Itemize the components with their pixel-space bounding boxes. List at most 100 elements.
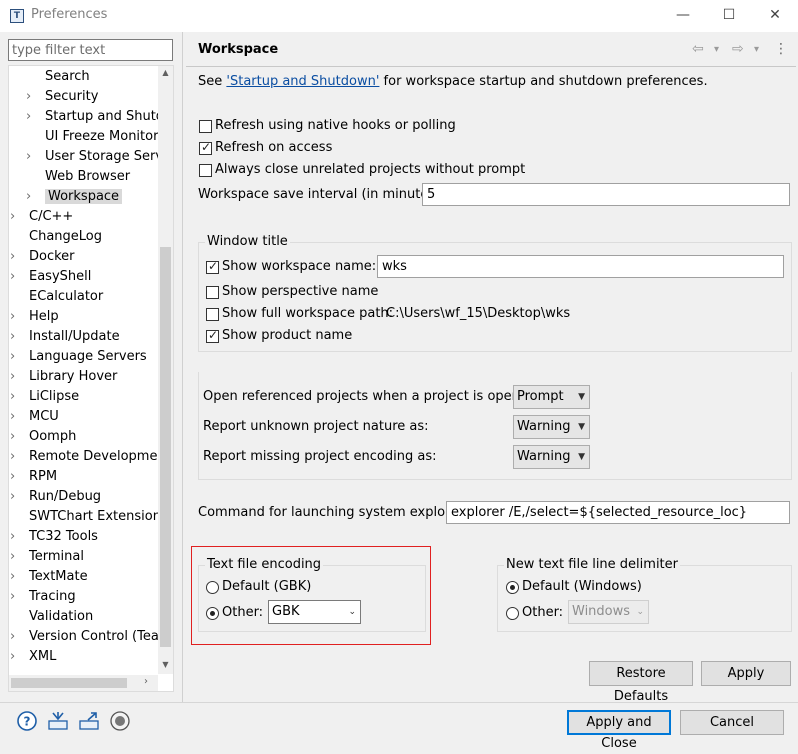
tree-item[interactable]: › EasyShell bbox=[10, 267, 91, 287]
apply-and-close-button[interactable]: Apply and Close bbox=[567, 710, 671, 751]
hscroll-thumb[interactable] bbox=[11, 678, 127, 688]
tree-item[interactable]: Web Browser bbox=[35, 167, 130, 187]
tree-item[interactable]: › Terminal bbox=[10, 547, 84, 567]
tree-item[interactable]: UI Freeze Monitorin bbox=[35, 127, 170, 147]
tree-item[interactable]: › Docker bbox=[10, 247, 75, 267]
filter-input[interactable] bbox=[8, 39, 173, 61]
tree-item[interactable]: › Remote Development bbox=[10, 447, 171, 467]
pane-divider[interactable] bbox=[182, 32, 183, 702]
tree-item[interactable]: › Startup and Shutdo bbox=[26, 107, 172, 127]
show-full-path-checkbox[interactable] bbox=[206, 308, 219, 321]
tree-item[interactable]: › TextMate bbox=[10, 567, 88, 587]
tree-item[interactable]: › RPM bbox=[10, 467, 57, 487]
expand-arrow-icon[interactable]: › bbox=[10, 347, 18, 367]
delimiter-default-label[interactable]: Default (Windows) bbox=[522, 579, 642, 594]
tree-vertical-scrollbar[interactable]: ▲ ▼ bbox=[158, 66, 173, 674]
help-icon[interactable]: ? bbox=[16, 710, 38, 732]
expand-arrow-icon[interactable]: › bbox=[10, 647, 18, 667]
view-menu-icon[interactable]: ⋮ bbox=[774, 41, 788, 57]
expand-arrow-icon[interactable]: › bbox=[10, 527, 18, 547]
tree-item[interactable]: › LiClipse bbox=[10, 387, 79, 407]
tree-item[interactable]: › Tracing bbox=[10, 587, 76, 607]
forward-arrow-icon[interactable]: ⇨ bbox=[732, 41, 744, 57]
tree-item[interactable]: › User Storage Servic bbox=[26, 147, 173, 167]
unknown-nature-select[interactable]: Warning ▼ bbox=[513, 415, 590, 439]
show-product-name-label[interactable]: Show product name bbox=[222, 328, 352, 343]
expand-arrow-icon[interactable]: › bbox=[26, 187, 34, 207]
restore-defaults-button[interactable]: Restore Defaults bbox=[589, 661, 693, 704]
expand-arrow-icon[interactable]: › bbox=[26, 107, 34, 127]
delimiter-default-radio[interactable] bbox=[506, 581, 519, 594]
record-icon[interactable] bbox=[109, 710, 131, 732]
expand-arrow-icon[interactable]: › bbox=[10, 407, 18, 427]
tree-item[interactable]: › Version Control (Team) bbox=[10, 627, 173, 647]
expand-arrow-icon[interactable]: › bbox=[10, 427, 18, 447]
close-unrelated-label[interactable]: Always close unrelated projects without … bbox=[215, 162, 525, 177]
startup-shutdown-link[interactable]: 'Startup and Shutdown' bbox=[226, 74, 379, 89]
tree-item[interactable]: Validation bbox=[19, 607, 93, 627]
tree-item[interactable]: › Library Hover bbox=[10, 367, 117, 387]
export-icon[interactable] bbox=[78, 710, 100, 732]
expand-arrow-icon[interactable]: › bbox=[26, 147, 34, 167]
delimiter-other-label[interactable]: Other: bbox=[522, 605, 563, 620]
expand-arrow-icon[interactable]: › bbox=[10, 627, 18, 647]
tree-item[interactable]: ChangeLog bbox=[19, 227, 102, 247]
expand-arrow-icon[interactable]: › bbox=[10, 207, 18, 227]
expand-arrow-icon[interactable]: › bbox=[10, 307, 18, 327]
refresh-access-label[interactable]: Refresh on access bbox=[215, 140, 332, 155]
tree-item[interactable]: › Security bbox=[26, 87, 98, 107]
workspace-name-input[interactable]: wks bbox=[377, 255, 784, 278]
tree-item[interactable]: › Help bbox=[10, 307, 59, 327]
apply-button[interactable]: Apply bbox=[701, 661, 791, 686]
show-product-name-checkbox[interactable] bbox=[206, 328, 219, 343]
tree-item[interactable]: › MCU bbox=[10, 407, 59, 427]
tree-horizontal-scrollbar[interactable]: › bbox=[9, 675, 158, 691]
expand-arrow-icon[interactable]: › bbox=[10, 587, 18, 607]
expand-arrow-icon[interactable]: › bbox=[10, 467, 18, 487]
refresh-access-checkbox[interactable] bbox=[199, 140, 212, 155]
show-workspace-name-checkbox[interactable] bbox=[206, 259, 219, 274]
tree-item[interactable]: › C/C++ bbox=[10, 207, 73, 227]
expand-arrow-icon[interactable]: › bbox=[10, 247, 18, 267]
show-perspective-checkbox[interactable] bbox=[206, 286, 219, 299]
expand-arrow-icon[interactable]: › bbox=[10, 567, 18, 587]
cancel-button[interactable]: Cancel bbox=[680, 710, 784, 735]
tree-item[interactable]: › Install/Update bbox=[10, 327, 120, 347]
scroll-right-icon[interactable]: › bbox=[144, 676, 148, 687]
expand-arrow-icon[interactable]: › bbox=[26, 87, 34, 107]
show-workspace-name-label[interactable]: Show workspace name: bbox=[222, 259, 376, 274]
back-arrow-icon[interactable]: ⇦ bbox=[692, 41, 704, 57]
save-interval-input[interactable]: 5 bbox=[422, 183, 790, 206]
explorer-command-input[interactable]: explorer /E,/select=${selected_resource_… bbox=[446, 501, 790, 524]
expand-arrow-icon[interactable]: › bbox=[10, 447, 18, 467]
tree-item[interactable]: › Oomph bbox=[10, 427, 76, 447]
tree-item[interactable]: › Run/Debug bbox=[10, 487, 101, 507]
expand-arrow-icon[interactable]: › bbox=[10, 487, 18, 507]
expand-arrow-icon[interactable]: › bbox=[10, 387, 18, 407]
forward-history-dropdown-icon[interactable]: ▾ bbox=[754, 44, 759, 55]
tree-item[interactable]: › XML bbox=[10, 647, 56, 667]
close-icon[interactable]: ✕ bbox=[752, 0, 798, 32]
open-referenced-select[interactable]: Prompt ▼ bbox=[513, 385, 590, 409]
show-full-path-label[interactable]: Show full workspace path: bbox=[222, 306, 393, 321]
tree-item[interactable]: Search bbox=[35, 67, 90, 87]
expand-arrow-icon[interactable]: › bbox=[10, 327, 18, 347]
expand-arrow-icon[interactable]: › bbox=[10, 267, 18, 287]
close-unrelated-checkbox[interactable] bbox=[199, 164, 212, 177]
missing-encoding-select[interactable]: Warning ▼ bbox=[513, 445, 590, 469]
back-history-dropdown-icon[interactable]: ▾ bbox=[714, 44, 719, 55]
import-icon[interactable] bbox=[47, 710, 69, 732]
tree-item[interactable]: › TC32 Tools bbox=[10, 527, 98, 547]
expand-arrow-icon[interactable]: › bbox=[10, 547, 18, 567]
minimize-icon[interactable]: — bbox=[660, 0, 706, 32]
refresh-native-checkbox[interactable] bbox=[199, 120, 212, 133]
tree-item[interactable]: SWTChart Extensions bbox=[19, 507, 168, 527]
show-perspective-label[interactable]: Show perspective name bbox=[222, 284, 378, 299]
expand-arrow-icon[interactable]: › bbox=[10, 367, 18, 387]
refresh-native-label[interactable]: Refresh using native hooks or polling bbox=[215, 118, 456, 133]
scroll-thumb[interactable] bbox=[160, 247, 171, 647]
scroll-up-icon[interactable]: ▲ bbox=[160, 68, 171, 77]
scroll-down-icon[interactable]: ▼ bbox=[160, 660, 171, 669]
tree-item[interactable]: › Language Servers bbox=[10, 347, 147, 367]
delimiter-other-radio[interactable] bbox=[506, 607, 519, 620]
